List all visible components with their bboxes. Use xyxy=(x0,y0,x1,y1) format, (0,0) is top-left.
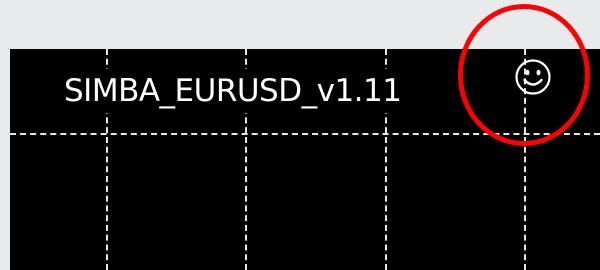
smiley-face-icon[interactable] xyxy=(514,58,552,96)
chart-grid-line-horizontal xyxy=(10,133,600,135)
screenshot-stage: SIMBA_EURUSD_v1.11 xyxy=(0,0,600,270)
chart-window[interactable]: SIMBA_EURUSD_v1.11 xyxy=(10,49,600,270)
expert-advisor-name-label: SIMBA_EURUSD_v1.11 xyxy=(58,69,410,113)
